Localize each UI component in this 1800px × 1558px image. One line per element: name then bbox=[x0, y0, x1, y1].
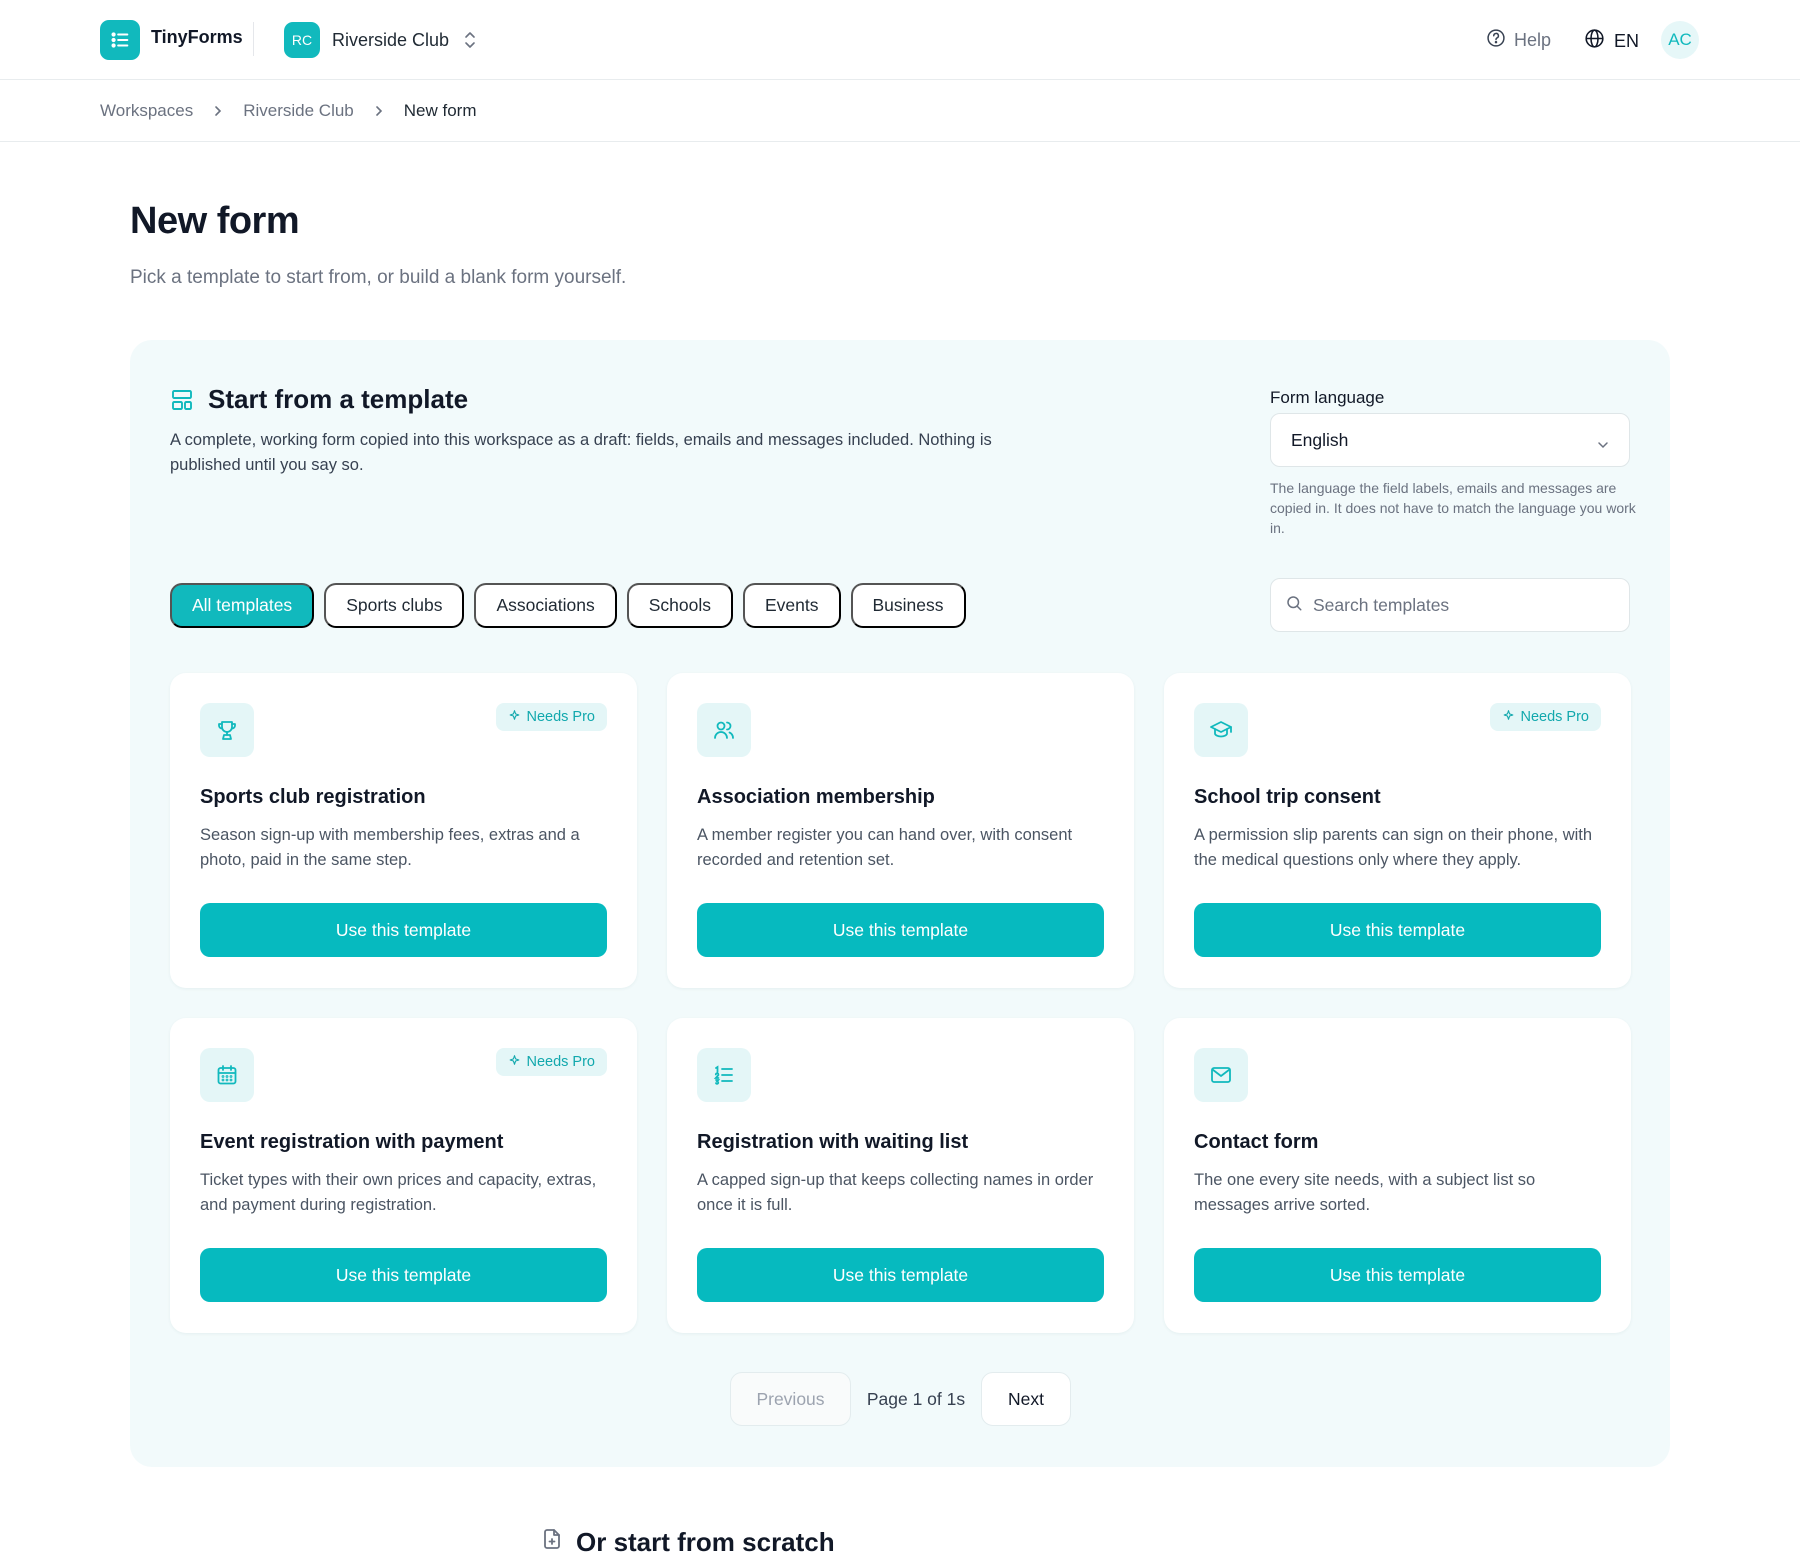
template-search[interactable] bbox=[1270, 578, 1630, 632]
use-template-button[interactable]: Use this template bbox=[1194, 1248, 1601, 1302]
language-code: EN bbox=[1614, 30, 1640, 51]
template-card: Needs Pro Sports club registration Seaso… bbox=[170, 673, 637, 988]
page-subtitle: Pick a template to start from, or build … bbox=[130, 267, 627, 288]
pagination: Previous Page 1 of 1s Next bbox=[730, 1372, 1071, 1426]
app-name[interactable]: TinyForms bbox=[151, 27, 243, 48]
filter-sports-clubs[interactable]: Sports clubs bbox=[324, 583, 465, 628]
card-description: A permission slip parents can sign on th… bbox=[1194, 826, 1593, 869]
help-circle-icon bbox=[1486, 28, 1506, 53]
card-title: Contact form bbox=[1194, 1131, 1319, 1153]
needs-pro-badge: Needs Pro bbox=[1490, 703, 1601, 731]
template-card: Registration with waiting list A capped … bbox=[667, 1018, 1134, 1333]
sparkle-icon bbox=[508, 709, 521, 726]
filter-events[interactable]: Events bbox=[743, 583, 841, 628]
breadcrumb-workspaces[interactable]: Workspaces bbox=[100, 101, 193, 121]
user-avatar[interactable]: AC bbox=[1661, 21, 1699, 59]
globe-icon bbox=[1584, 28, 1605, 54]
card-title: Sports club registration bbox=[200, 786, 426, 808]
header-divider bbox=[253, 22, 254, 56]
use-template-button[interactable]: Use this template bbox=[1194, 903, 1601, 957]
layout-template-icon bbox=[170, 388, 194, 412]
form-language-label: Form language bbox=[1270, 388, 1385, 407]
filter-all-templates[interactable]: All templates bbox=[170, 583, 315, 628]
previous-page-button[interactable]: Previous bbox=[730, 1372, 851, 1426]
card-title: Registration with waiting list bbox=[697, 1131, 969, 1153]
users-icon bbox=[697, 703, 751, 757]
trophy-icon bbox=[200, 703, 254, 757]
sparkle-icon bbox=[508, 1054, 521, 1071]
search-input[interactable] bbox=[1313, 594, 1613, 616]
help-link[interactable]: Help bbox=[1486, 28, 1551, 53]
graduation-cap-icon bbox=[1194, 703, 1248, 757]
calendar-icon bbox=[200, 1048, 254, 1102]
file-plus-icon bbox=[540, 1527, 564, 1558]
card-title: School trip consent bbox=[1194, 786, 1381, 808]
mail-icon bbox=[1194, 1048, 1248, 1102]
scratch-section-title: Or start from scratch bbox=[576, 1527, 835, 1557]
filter-business[interactable]: Business bbox=[850, 583, 966, 628]
section-title: Start from a template bbox=[208, 384, 469, 414]
filter-associations[interactable]: Associations bbox=[474, 583, 617, 628]
breadcrumb-workspace[interactable]: Riverside Club bbox=[243, 101, 354, 121]
form-language-value: English bbox=[1291, 429, 1349, 450]
template-card: Association membership A member register… bbox=[667, 673, 1134, 988]
language-switcher[interactable]: EN bbox=[1584, 28, 1639, 54]
card-title: Event registration with payment bbox=[200, 1131, 504, 1153]
help-label: Help bbox=[1514, 30, 1552, 50]
use-template-button[interactable]: Use this template bbox=[200, 903, 607, 957]
breadcrumb: Workspaces Riverside Club New form bbox=[0, 81, 1800, 142]
use-template-button[interactable]: Use this template bbox=[697, 903, 1104, 957]
card-title: Association membership bbox=[697, 786, 935, 808]
form-language-select[interactable]: English bbox=[1270, 413, 1630, 467]
use-template-button[interactable]: Use this template bbox=[697, 1248, 1104, 1302]
chevron-right-icon bbox=[213, 104, 223, 118]
needs-pro-badge: Needs Pro bbox=[496, 703, 607, 731]
chevron-right-icon bbox=[374, 104, 384, 118]
template-grid: Needs Pro Sports club registration Seaso… bbox=[170, 673, 1631, 1333]
card-description: A member register you can hand over, wit… bbox=[697, 826, 1073, 869]
template-card: Needs Pro Event registration with paymen… bbox=[170, 1018, 637, 1333]
template-panel: Start from a template A complete, workin… bbox=[130, 340, 1670, 1467]
app-logo-icon[interactable] bbox=[100, 20, 140, 60]
form-language-help: The language the field labels, emails an… bbox=[1270, 480, 1636, 536]
card-description: The one every site needs, with a subject… bbox=[1194, 1171, 1536, 1214]
section-description: A complete, working form copied into thi… bbox=[170, 431, 992, 474]
scratch-section-heading: Or start from scratch bbox=[540, 1527, 835, 1558]
page-title: New form bbox=[130, 200, 300, 242]
template-card: Contact form The one every site needs, w… bbox=[1164, 1018, 1631, 1333]
template-card: Needs Pro School trip consent A permissi… bbox=[1164, 673, 1631, 988]
card-description: Season sign-up with membership fees, ext… bbox=[200, 826, 580, 869]
top-bar: TinyForms RC Riverside Club Help EN AC bbox=[0, 0, 1800, 80]
workspace-badge[interactable]: RC bbox=[284, 22, 320, 58]
filter-schools[interactable]: Schools bbox=[626, 583, 733, 628]
sparkle-icon bbox=[1502, 709, 1515, 726]
card-description: Ticket types with their own prices and c… bbox=[200, 1171, 597, 1214]
category-filters: All templates Sports clubs Associations … bbox=[170, 583, 966, 628]
next-page-button[interactable]: Next bbox=[981, 1372, 1071, 1426]
workspace-switcher-icon[interactable] bbox=[462, 28, 478, 52]
needs-pro-badge: Needs Pro bbox=[496, 1048, 607, 1076]
card-description: A capped sign-up that keeps collecting n… bbox=[697, 1171, 1094, 1214]
breadcrumb-current: New form bbox=[403, 101, 477, 120]
page-indicator: Page 1 of 1s bbox=[866, 1388, 966, 1409]
workspace-name[interactable]: Riverside Club bbox=[332, 30, 449, 51]
numbered-list-icon bbox=[697, 1048, 751, 1102]
use-template-button[interactable]: Use this template bbox=[200, 1248, 607, 1302]
chevron-down-icon bbox=[1597, 435, 1609, 449]
search-icon bbox=[1285, 594, 1303, 617]
